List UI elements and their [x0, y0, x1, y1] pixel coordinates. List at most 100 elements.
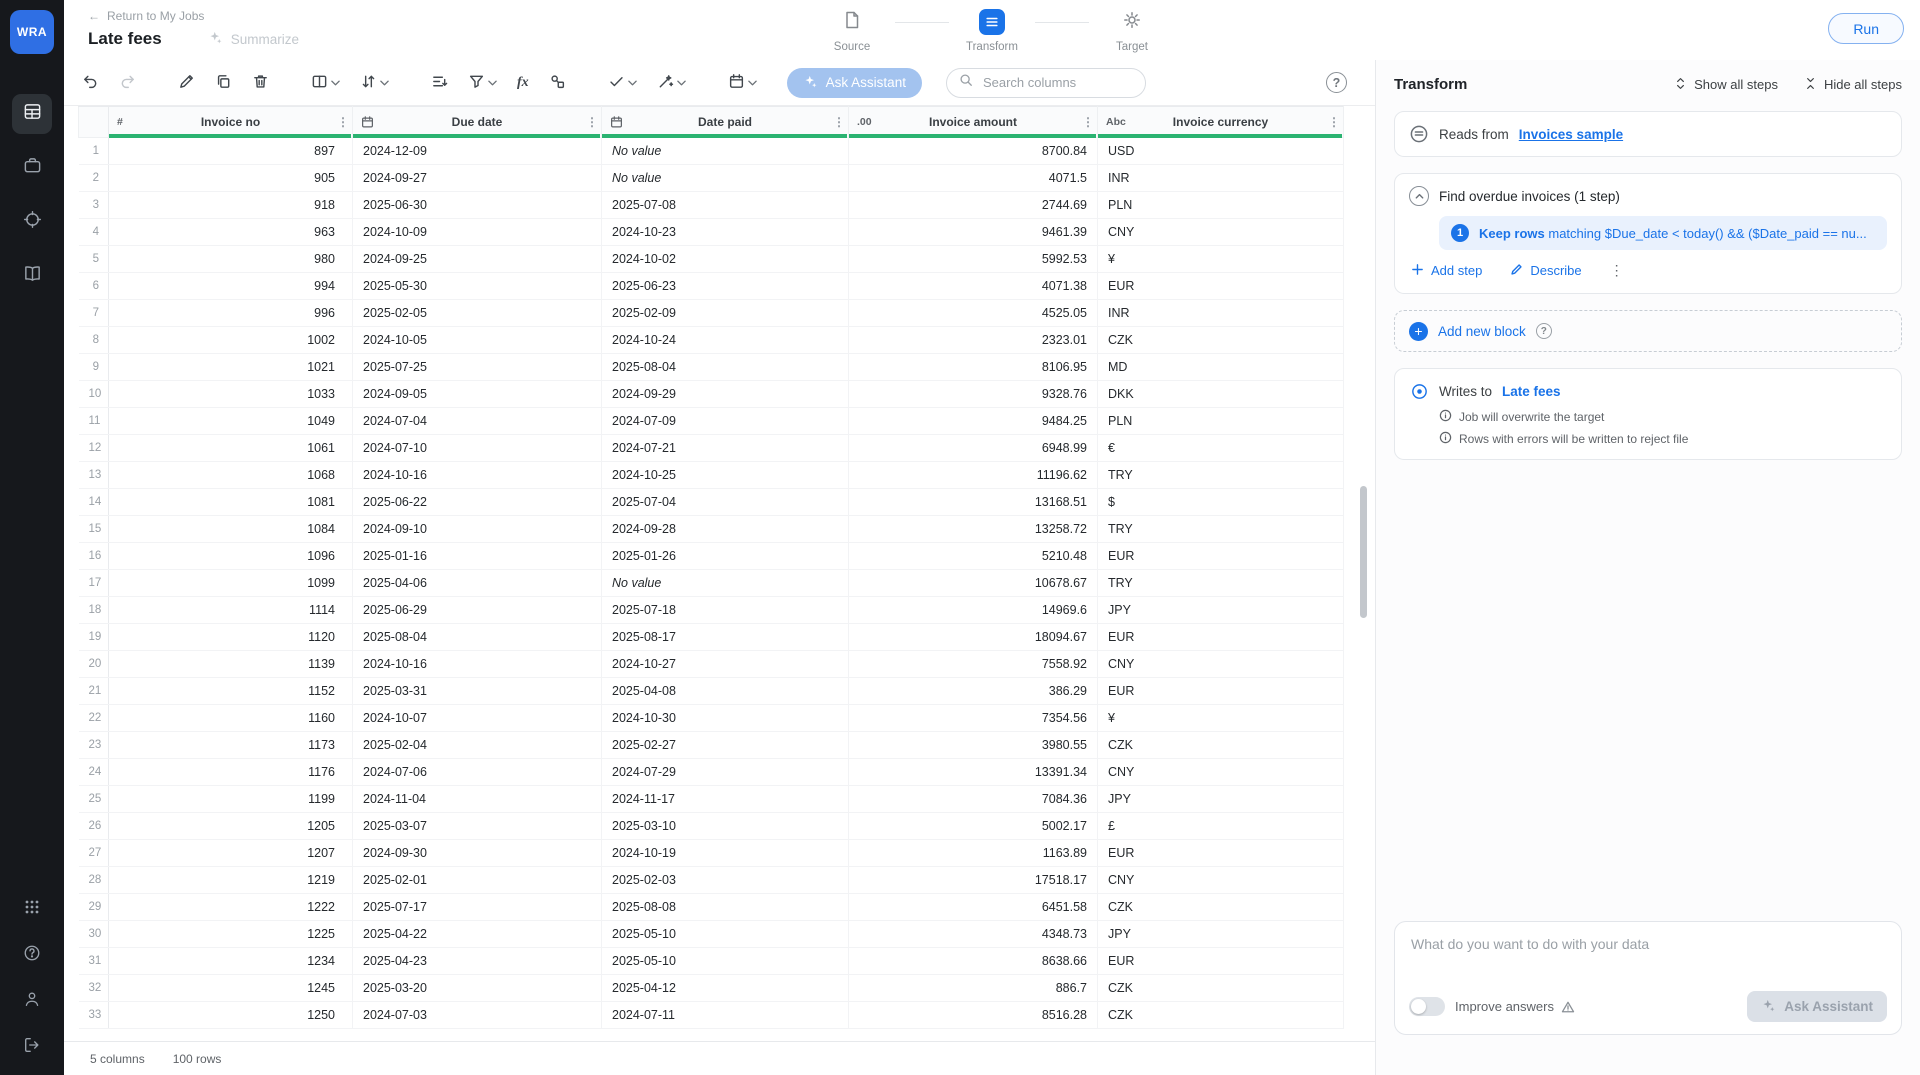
cell-date-paid[interactable]: 2025-02-09: [602, 300, 849, 327]
cell-invoice-amount[interactable]: 8638.66: [849, 948, 1098, 975]
cell-date-paid[interactable]: 2025-08-08: [602, 894, 849, 921]
cell-due-date[interactable]: 2025-04-06: [353, 570, 602, 597]
cell-invoice-no[interactable]: 980: [109, 246, 353, 273]
cell-invoice-no[interactable]: 1245: [109, 975, 353, 1002]
cell-date-paid[interactable]: 2024-11-17: [602, 786, 849, 813]
cell-invoice-amount[interactable]: 7084.36: [849, 786, 1098, 813]
cell-invoice-amount[interactable]: 6451.58: [849, 894, 1098, 921]
collapse-block-button[interactable]: [1409, 186, 1429, 206]
cell-invoice-no[interactable]: 1176: [109, 759, 353, 786]
cell-invoice-amount[interactable]: 8700.84: [849, 138, 1098, 165]
cell-invoice-currency[interactable]: TRY: [1098, 570, 1344, 597]
cell-date-paid[interactable]: 2025-02-27: [602, 732, 849, 759]
cell-invoice-amount[interactable]: 7558.92: [849, 651, 1098, 678]
cell-invoice-currency[interactable]: CNY: [1098, 867, 1344, 894]
cell-due-date[interactable]: 2024-07-06: [353, 759, 602, 786]
ask-assistant-button[interactable]: Ask Assistant: [787, 68, 922, 98]
cell-invoice-currency[interactable]: JPY: [1098, 921, 1344, 948]
cell-invoice-amount[interactable]: 13258.72: [849, 516, 1098, 543]
row-number[interactable]: 3: [79, 192, 109, 219]
block-menu-icon[interactable]: ⋮: [1610, 262, 1624, 279]
row-number[interactable]: 7: [79, 300, 109, 327]
cell-invoice-currency[interactable]: JPY: [1098, 786, 1344, 813]
cell-invoice-amount[interactable]: 4348.73: [849, 921, 1098, 948]
cell-invoice-no[interactable]: 1002: [109, 327, 353, 354]
row-number[interactable]: 16: [79, 543, 109, 570]
cell-date-paid[interactable]: 2025-04-08: [602, 678, 849, 705]
edit-cell-button[interactable]: [174, 68, 199, 98]
row-number[interactable]: 25: [79, 786, 109, 813]
cell-invoice-no[interactable]: 1068: [109, 462, 353, 489]
cell-date-paid[interactable]: 2025-07-08: [602, 192, 849, 219]
row-number[interactable]: 19: [79, 624, 109, 651]
date-tools-button[interactable]: [724, 68, 761, 98]
column-header-invoice-currency[interactable]: AbcInvoice currency⋮: [1098, 107, 1344, 138]
cell-invoice-amount[interactable]: 886.7: [849, 975, 1098, 1002]
search-columns-input[interactable]: [981, 74, 1133, 91]
sort-button[interactable]: [356, 68, 393, 98]
cell-date-paid[interactable]: 2025-03-10: [602, 813, 849, 840]
arrange-button[interactable]: [427, 68, 452, 98]
cell-invoice-amount[interactable]: 5210.48: [849, 543, 1098, 570]
cell-invoice-no[interactable]: 918: [109, 192, 353, 219]
cell-invoice-amount[interactable]: 8516.28: [849, 1002, 1098, 1029]
row-number[interactable]: 32: [79, 975, 109, 1002]
transform-step[interactable]: 1 Keep rows matching $Due_date < today()…: [1439, 216, 1887, 250]
cell-due-date[interactable]: 2025-02-04: [353, 732, 602, 759]
column-header-date-paid[interactable]: Date paid⋮: [602, 107, 849, 138]
cell-date-paid[interactable]: 2025-08-04: [602, 354, 849, 381]
cell-due-date[interactable]: 2024-10-16: [353, 462, 602, 489]
cell-due-date[interactable]: 2025-04-22: [353, 921, 602, 948]
cell-invoice-no[interactable]: 1114: [109, 597, 353, 624]
cell-date-paid[interactable]: 2024-10-27: [602, 651, 849, 678]
row-number[interactable]: 28: [79, 867, 109, 894]
cell-invoice-currency[interactable]: EUR: [1098, 543, 1344, 570]
cell-invoice-amount[interactable]: 9484.25: [849, 408, 1098, 435]
cell-date-paid[interactable]: 2024-07-29: [602, 759, 849, 786]
cell-invoice-no[interactable]: 1225: [109, 921, 353, 948]
cell-due-date[interactable]: 2024-09-05: [353, 381, 602, 408]
row-number[interactable]: 4: [79, 219, 109, 246]
row-number[interactable]: 14: [79, 489, 109, 516]
cell-invoice-no[interactable]: 994: [109, 273, 353, 300]
cell-invoice-amount[interactable]: 1163.89: [849, 840, 1098, 867]
sidebar-item-library[interactable]: [12, 256, 52, 296]
step-transform[interactable]: Transform: [949, 8, 1035, 53]
cell-invoice-no[interactable]: 1120: [109, 624, 353, 651]
row-number[interactable]: 8: [79, 327, 109, 354]
column-menu-icon[interactable]: ⋮: [586, 115, 598, 129]
sidebar-item-jobs[interactable]: [12, 148, 52, 188]
summarize-button[interactable]: Summarize: [208, 30, 299, 48]
cell-due-date[interactable]: 2025-02-05: [353, 300, 602, 327]
cell-invoice-currency[interactable]: ¥: [1098, 705, 1344, 732]
cell-invoice-currency[interactable]: DKK: [1098, 381, 1344, 408]
cell-invoice-no[interactable]: 1222: [109, 894, 353, 921]
account-button[interactable]: [18, 987, 46, 1015]
cell-invoice-currency[interactable]: CZK: [1098, 1002, 1344, 1029]
cell-invoice-currency[interactable]: EUR: [1098, 624, 1344, 651]
cell-invoice-currency[interactable]: ¥: [1098, 246, 1344, 273]
cell-invoice-currency[interactable]: JPY: [1098, 597, 1344, 624]
column-menu-icon[interactable]: ⋮: [833, 115, 845, 129]
cell-date-paid[interactable]: No value: [602, 570, 849, 597]
cell-invoice-currency[interactable]: EUR: [1098, 273, 1344, 300]
cell-invoice-no[interactable]: 1234: [109, 948, 353, 975]
cell-invoice-amount[interactable]: 4525.05: [849, 300, 1098, 327]
cell-invoice-currency[interactable]: PLN: [1098, 192, 1344, 219]
shapes-button[interactable]: [545, 68, 570, 98]
cell-invoice-no[interactable]: 1205: [109, 813, 353, 840]
cell-date-paid[interactable]: 2025-05-10: [602, 948, 849, 975]
cell-invoice-no[interactable]: 1173: [109, 732, 353, 759]
row-number[interactable]: 9: [79, 354, 109, 381]
cell-invoice-no[interactable]: 1099: [109, 570, 353, 597]
cell-date-paid[interactable]: 2025-07-18: [602, 597, 849, 624]
cell-invoice-amount[interactable]: 6948.99: [849, 435, 1098, 462]
help-menu-button[interactable]: [18, 941, 46, 969]
cell-date-paid[interactable]: 2024-10-30: [602, 705, 849, 732]
columns-button[interactable]: [307, 68, 344, 98]
row-number[interactable]: 13: [79, 462, 109, 489]
row-number[interactable]: 31: [79, 948, 109, 975]
cell-date-paid[interactable]: 2025-07-04: [602, 489, 849, 516]
row-number[interactable]: 6: [79, 273, 109, 300]
cell-date-paid[interactable]: 2024-09-28: [602, 516, 849, 543]
